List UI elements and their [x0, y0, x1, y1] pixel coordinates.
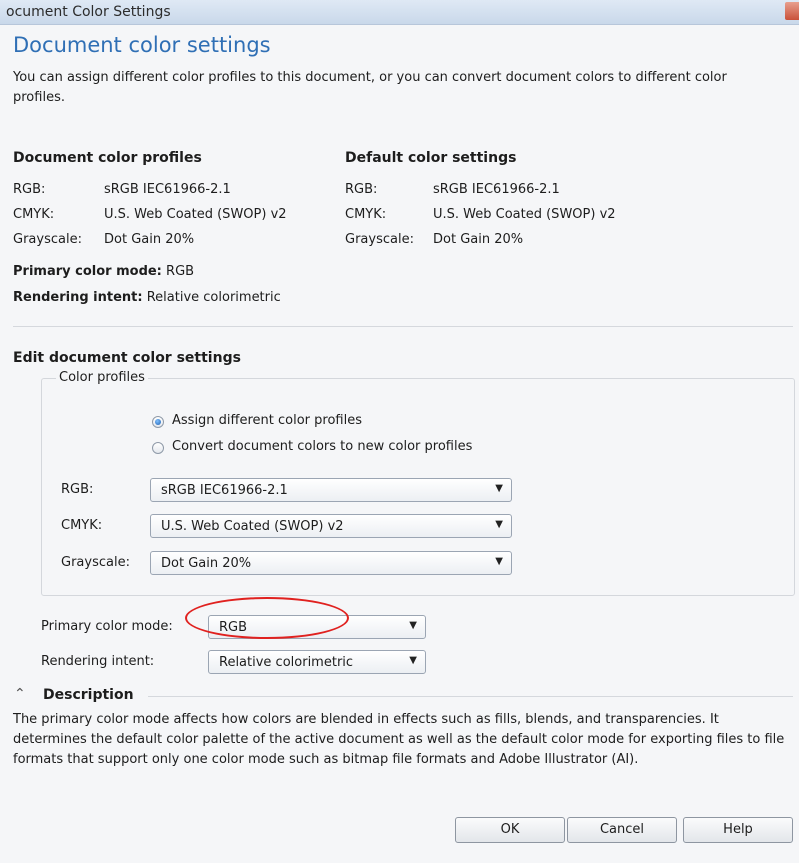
description-heading: Description: [43, 687, 134, 703]
primary-mode-summary-label: Primary color mode:: [13, 264, 162, 279]
close-icon[interactable]: [785, 2, 799, 20]
help-button[interactable]: Help: [683, 817, 793, 843]
edit-gray-label: Grayscale:: [61, 555, 130, 570]
rendering-intent-label: Rendering intent:: [41, 654, 155, 669]
chevron-down-icon: ▼: [409, 620, 417, 631]
grayscale-profile-select-value: Dot Gain 20%: [161, 556, 252, 571]
doc-gray-value: Dot Gain 20%: [104, 232, 195, 247]
cancel-button[interactable]: Cancel: [567, 817, 677, 843]
rgb-profile-select[interactable]: sRGB IEC61966-2.1 ▼: [150, 478, 512, 502]
rendering-intent-summary: Rendering intent: Relative colorimetric: [13, 290, 281, 305]
doc-cmyk-label: CMYK:: [13, 207, 55, 222]
convert-colors-radio[interactable]: [152, 442, 164, 454]
def-gray-value: Dot Gain 20%: [433, 232, 524, 247]
def-rgb-value: sRGB IEC61966-2.1: [433, 182, 560, 197]
doc-rgb-value: sRGB IEC61966-2.1: [104, 182, 231, 197]
grayscale-profile-select[interactable]: Dot Gain 20% ▼: [150, 551, 512, 575]
title-bar: ocument Color Settings: [0, 0, 799, 25]
default-settings-heading: Default color settings: [345, 150, 517, 166]
rendering-intent-select[interactable]: Relative colorimetric ▼: [208, 650, 426, 674]
assign-profiles-label[interactable]: Assign different color profiles: [172, 413, 362, 428]
description-text: The primary color mode affects how color…: [13, 712, 785, 767]
section-divider: [13, 326, 793, 327]
chevron-down-icon: ▼: [495, 556, 503, 567]
assign-profiles-radio[interactable]: [152, 416, 164, 428]
primary-mode-summary-value: RGB: [166, 264, 195, 279]
edit-cmyk-label: CMYK:: [61, 518, 103, 533]
def-gray-label: Grayscale:: [345, 232, 414, 247]
edit-rgb-label: RGB:: [61, 482, 94, 497]
chevron-down-icon: ▼: [495, 483, 503, 494]
window-title: ocument Color Settings: [6, 4, 171, 20]
doc-cmyk-value: U.S. Web Coated (SWOP) v2: [104, 207, 287, 222]
page-title: Document color settings: [13, 33, 271, 57]
rendering-intent-summary-label: Rendering intent:: [13, 290, 143, 305]
ok-button[interactable]: OK: [455, 817, 565, 843]
rendering-intent-select-value: Relative colorimetric: [219, 655, 354, 670]
primary-mode-label: Primary color mode:: [41, 619, 173, 634]
cmyk-profile-select-value: U.S. Web Coated (SWOP) v2: [161, 519, 344, 534]
def-cmyk-label: CMYK:: [345, 207, 387, 222]
cmyk-profile-select[interactable]: U.S. Web Coated (SWOP) v2 ▼: [150, 514, 512, 538]
doc-gray-label: Grayscale:: [13, 232, 82, 247]
def-cmyk-value: U.S. Web Coated (SWOP) v2: [433, 207, 616, 222]
def-rgb-label: RGB:: [345, 182, 378, 197]
rendering-intent-summary-value: Relative colorimetric: [146, 290, 281, 305]
convert-colors-label[interactable]: Convert document colors to new color pro…: [172, 439, 472, 454]
intro-text: You can assign different color profiles …: [13, 70, 727, 105]
rgb-profile-select-value: sRGB IEC61966-2.1: [161, 483, 288, 498]
document-profiles-heading: Document color profiles: [13, 150, 202, 166]
highlight-ring: [185, 597, 349, 639]
color-profiles-group-title: Color profiles: [56, 370, 148, 385]
primary-mode-summary: Primary color mode: RGB: [13, 264, 194, 279]
description-divider: [148, 696, 793, 697]
doc-rgb-label: RGB:: [13, 182, 46, 197]
edit-settings-heading: Edit document color settings: [13, 350, 241, 366]
chevron-down-icon: ▼: [495, 519, 503, 530]
collapse-icon[interactable]: ⌃: [14, 686, 26, 702]
chevron-down-icon: ▼: [409, 655, 417, 666]
